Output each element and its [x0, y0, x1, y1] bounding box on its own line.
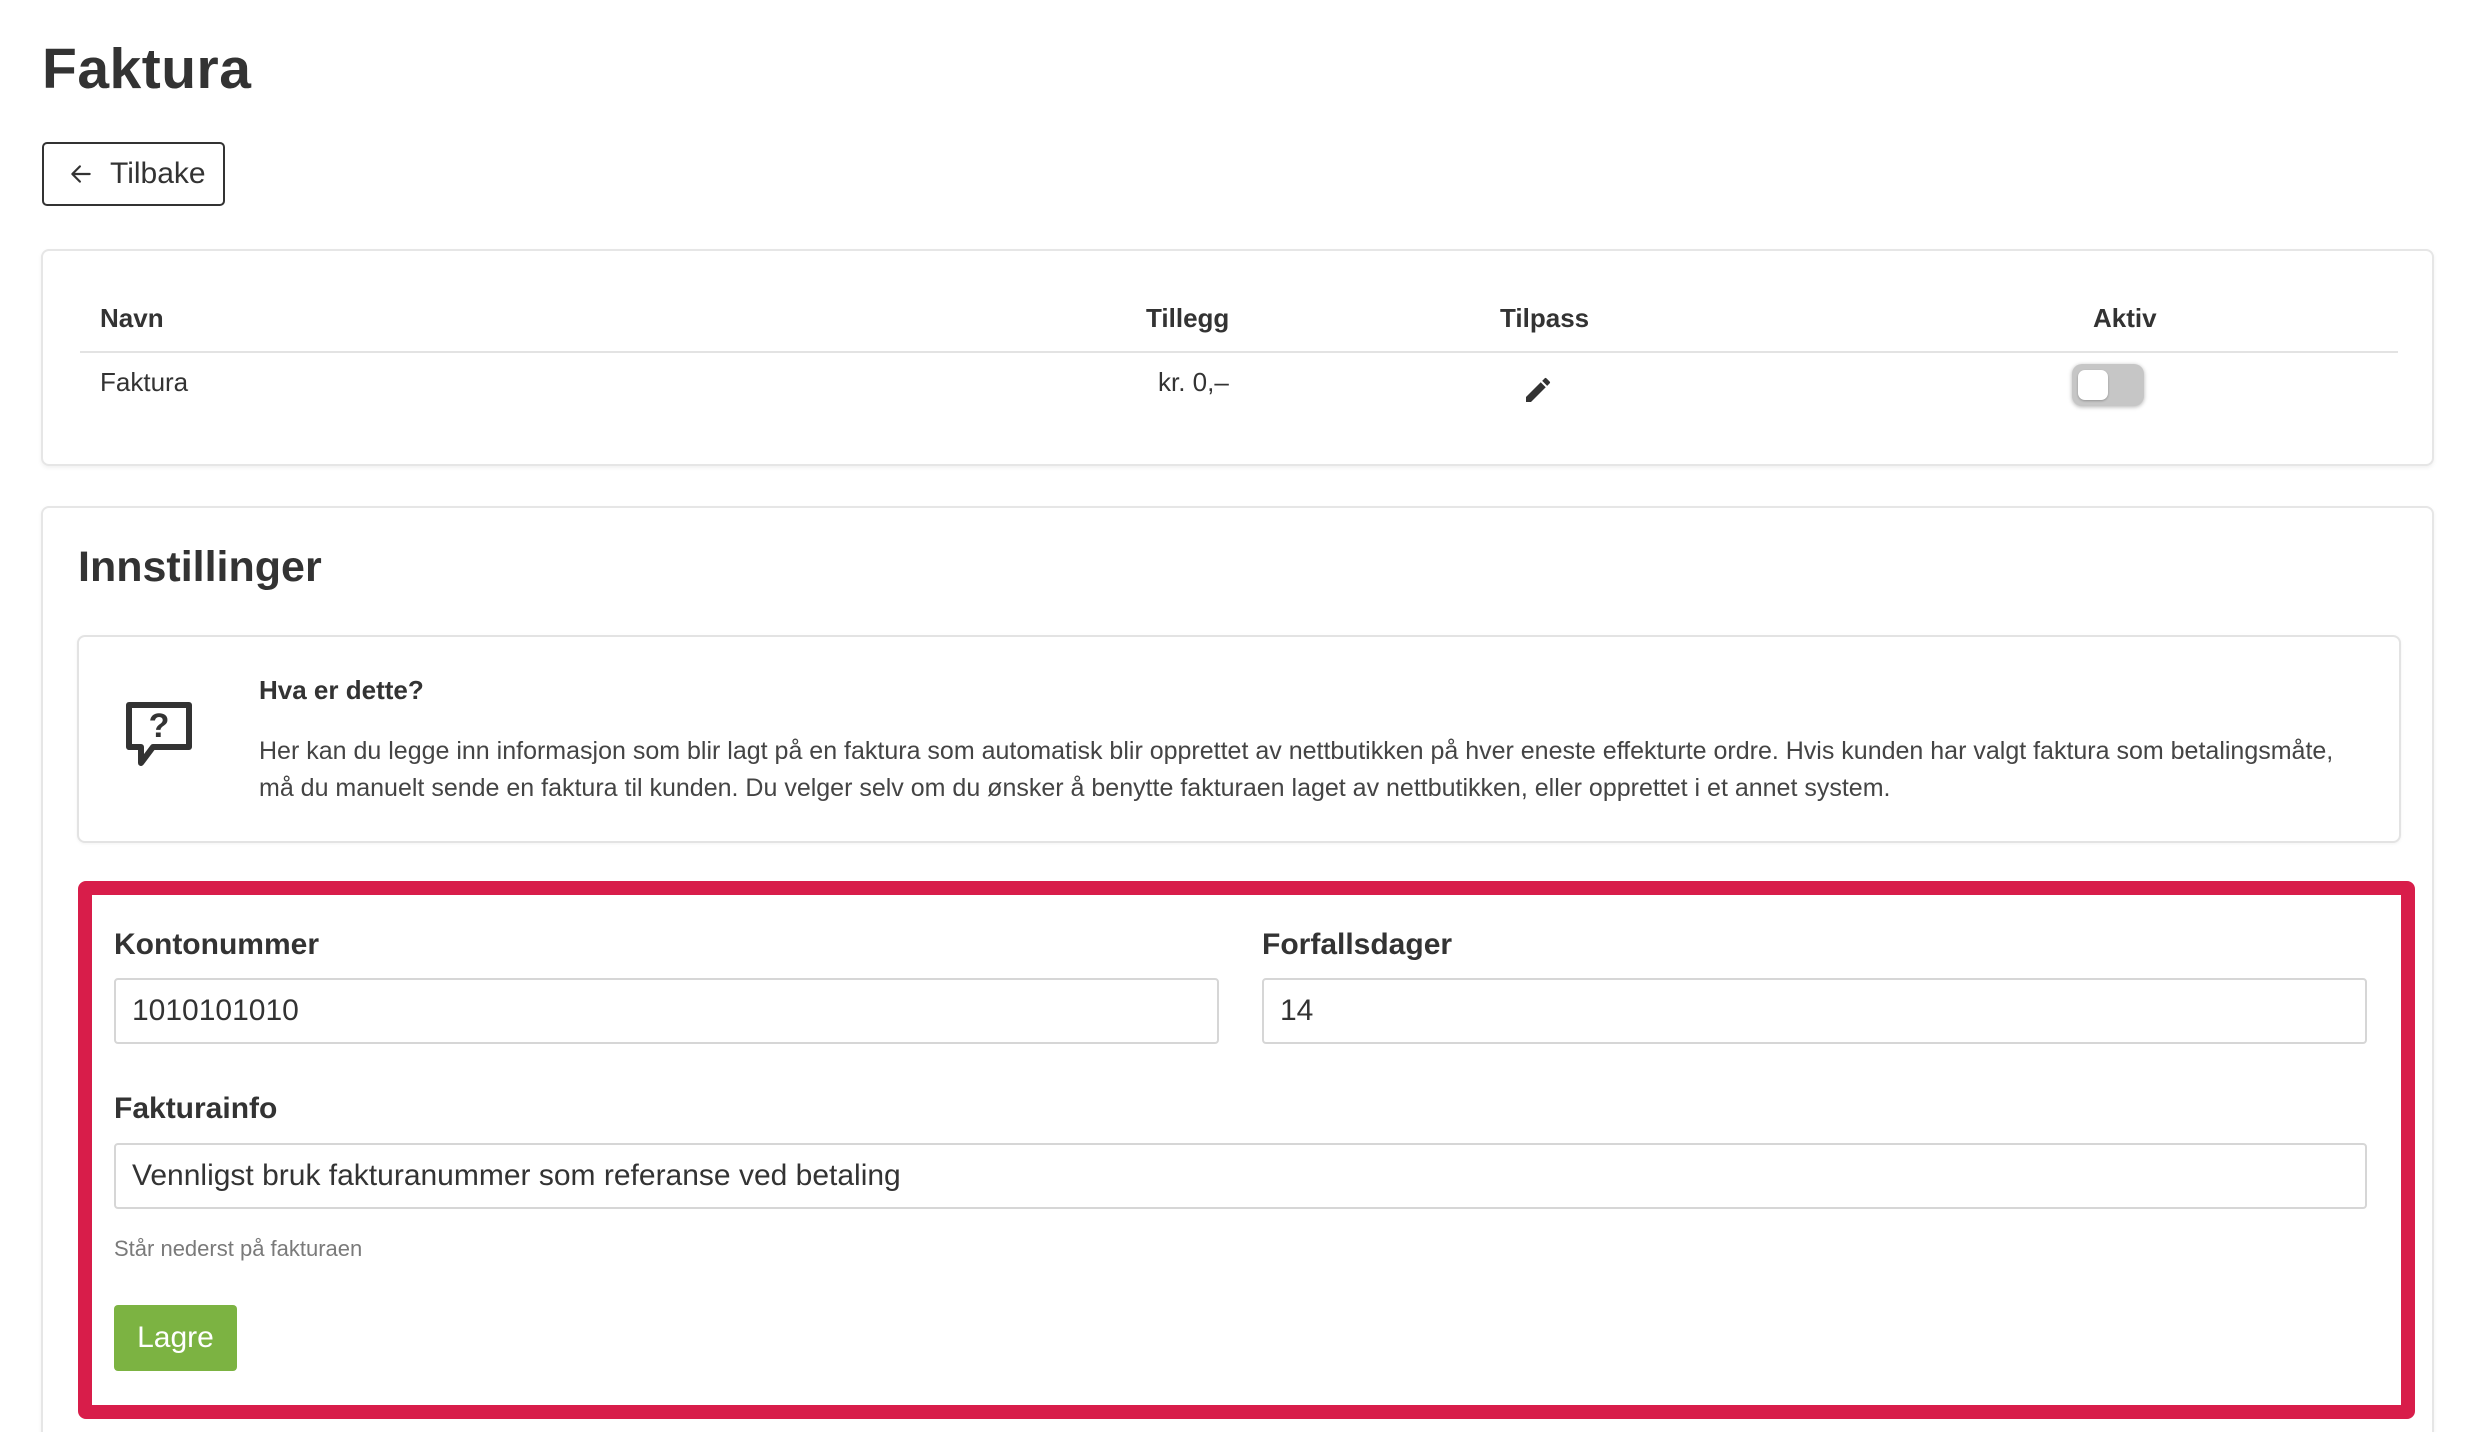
column-header-customize: Tilpass	[1500, 303, 1590, 333]
due-days-label: Forfallsdager	[1262, 928, 1453, 961]
table-divider	[80, 351, 2398, 353]
active-toggle[interactable]	[2072, 364, 2144, 406]
column-header-active: Aktiv	[2093, 303, 2157, 333]
pencil-icon[interactable]	[1522, 374, 1554, 406]
back-button-label: Tilbake	[110, 157, 206, 190]
account-number-label: Kontonummer	[114, 928, 319, 961]
account-number-input[interactable]	[114, 978, 1219, 1044]
save-button[interactable]: Lagre	[114, 1305, 237, 1371]
svg-text:?: ?	[149, 707, 170, 745]
toggle-knob	[2078, 370, 2108, 400]
invoice-info-helper: Står nederst på fakturaen	[114, 1236, 363, 1261]
info-text: Her kan du legge inn informasjon som bli…	[259, 737, 2334, 802]
payment-methods-card	[41, 249, 2434, 466]
invoice-info-label: Fakturainfo	[114, 1092, 278, 1125]
column-header-name: Navn	[100, 303, 164, 333]
back-button[interactable]: Tilbake	[42, 142, 225, 206]
question-bubble-icon: ?	[126, 702, 192, 766]
page-title: Faktura	[42, 37, 252, 101]
row-fee: kr. 0,–	[1158, 367, 1229, 397]
row-name: Faktura	[100, 367, 189, 397]
invoice-info-input[interactable]	[114, 1143, 2367, 1209]
info-heading: Hva er dette?	[259, 675, 424, 705]
column-header-fee: Tillegg	[1146, 303, 1230, 333]
arrow-left-icon	[71, 165, 91, 183]
settings-title: Innstillinger	[78, 543, 322, 591]
due-days-input[interactable]	[1262, 978, 2367, 1044]
